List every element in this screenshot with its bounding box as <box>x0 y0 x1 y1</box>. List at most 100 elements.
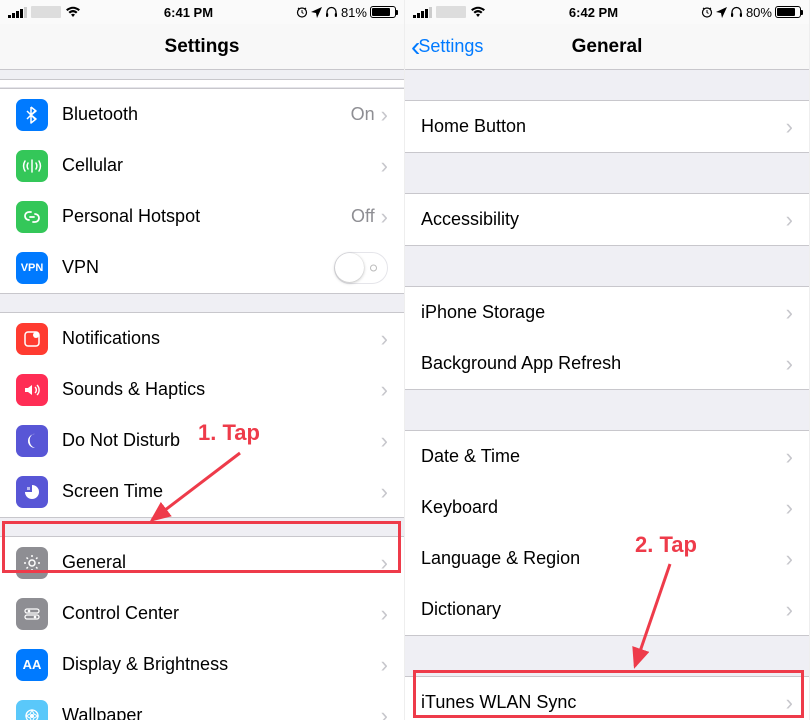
row-sounds[interactable]: Sounds & Haptics › <box>0 364 404 415</box>
nav-bar: Settings <box>0 24 404 70</box>
row-control-center[interactable]: Control Center › <box>0 588 404 639</box>
display-icon: AA <box>16 649 48 681</box>
general-icon <box>16 547 48 579</box>
chevron-right-icon: › <box>786 300 793 326</box>
chevron-right-icon: › <box>381 204 388 230</box>
row-label: Control Center <box>62 603 381 624</box>
wifi-icon <box>65 6 81 18</box>
chevron-right-icon: › <box>786 207 793 233</box>
chevron-right-icon: › <box>786 444 793 470</box>
row-wallpaper[interactable]: Wallpaper › <box>0 690 404 720</box>
row-display[interactable]: AA Display & Brightness › <box>0 639 404 690</box>
row-label: Wallpaper <box>62 705 381 720</box>
chevron-right-icon: › <box>381 102 388 128</box>
row-general[interactable]: General › <box>0 537 404 588</box>
battery-percent: 80% <box>746 5 772 20</box>
headphones-icon <box>730 6 743 18</box>
row-value: On <box>351 104 375 125</box>
row-label: Display & Brightness <box>62 654 381 675</box>
sounds-icon <box>16 374 48 406</box>
row-label: iPhone Storage <box>421 302 786 323</box>
settings-list[interactable]: Bluetooth On › Cellular › Personal Hotsp… <box>0 70 404 720</box>
row-home-button[interactable]: Home Button › <box>405 101 809 152</box>
page-title: General <box>572 36 643 58</box>
battery-icon <box>775 6 801 18</box>
signal-icon <box>8 7 27 18</box>
cellular-icon <box>16 150 48 182</box>
location-icon <box>311 7 322 18</box>
row-bluetooth[interactable]: Bluetooth On › <box>0 89 404 140</box>
row-iphone-storage[interactable]: iPhone Storage › <box>405 287 809 338</box>
general-list[interactable]: Home Button › Accessibility › iPhone Sto… <box>405 70 809 720</box>
signal-icon <box>413 7 432 18</box>
page-title: Settings <box>165 36 240 58</box>
row-label: Notifications <box>62 328 381 349</box>
vpn-icon: VPN <box>16 252 48 284</box>
alarm-icon <box>296 6 308 18</box>
chevron-right-icon: › <box>381 550 388 576</box>
chevron-right-icon: › <box>381 153 388 179</box>
row-label: Date & Time <box>421 446 786 467</box>
battery-percent: 81% <box>341 5 367 20</box>
row-label: Language & Region <box>421 548 786 569</box>
row-accessibility[interactable]: Accessibility › <box>405 194 809 245</box>
row-vpn[interactable]: VPN VPN <box>0 242 404 293</box>
location-icon <box>716 7 727 18</box>
row-label: Background App Refresh <box>421 353 786 374</box>
bluetooth-icon <box>16 99 48 131</box>
notifications-icon <box>16 323 48 355</box>
row-notifications[interactable]: Notifications › <box>0 313 404 364</box>
chevron-right-icon: › <box>381 703 388 720</box>
vpn-toggle[interactable] <box>334 252 388 284</box>
row-label: Do Not Disturb <box>62 430 381 451</box>
row-cellular[interactable]: Cellular › <box>0 140 404 191</box>
row-dnd[interactable]: Do Not Disturb › <box>0 415 404 466</box>
row-date-time[interactable]: Date & Time › <box>405 431 809 482</box>
row-label: Cellular <box>62 155 381 176</box>
chevron-right-icon: › <box>381 428 388 454</box>
back-button[interactable]: ‹ Settings <box>411 24 483 69</box>
row-language-region[interactable]: Language & Region › <box>405 533 809 584</box>
headphones-icon <box>325 6 338 18</box>
row-label: Personal Hotspot <box>62 206 351 227</box>
chevron-right-icon: › <box>786 351 793 377</box>
phone-left: 6:41 PM 81% Settings Bluetooth On › <box>0 0 405 720</box>
hotspot-icon <box>16 201 48 233</box>
row-bg-refresh[interactable]: Background App Refresh › <box>405 338 809 389</box>
chevron-right-icon: › <box>381 326 388 352</box>
chevron-right-icon: › <box>381 652 388 678</box>
chevron-right-icon: › <box>786 114 793 140</box>
row-label: Accessibility <box>421 209 786 230</box>
chevron-right-icon: › <box>786 690 793 716</box>
wallpaper-icon <box>16 700 48 720</box>
row-label: VPN <box>62 257 334 278</box>
chevron-right-icon: › <box>786 495 793 521</box>
row-itunes-sync[interactable]: iTunes WLAN Sync › <box>405 677 809 720</box>
row-label: iTunes WLAN Sync <box>421 692 786 713</box>
phone-right: 6:42 PM 80% ‹ Settings General Home Butt… <box>405 0 810 720</box>
row-screentime[interactable]: Screen Time › <box>0 466 404 517</box>
battery-icon <box>370 6 396 18</box>
back-label: Settings <box>418 36 483 57</box>
nav-bar: ‹ Settings General <box>405 24 809 70</box>
carrier-blur <box>436 6 466 18</box>
chevron-right-icon: › <box>786 597 793 623</box>
status-time: 6:42 PM <box>569 5 618 20</box>
chevron-right-icon: › <box>381 479 388 505</box>
row-label: Screen Time <box>62 481 381 502</box>
row-label: Dictionary <box>421 599 786 620</box>
wifi-icon <box>470 6 486 18</box>
control-center-icon <box>16 598 48 630</box>
row-label: Home Button <box>421 116 786 137</box>
carrier-blur <box>31 6 61 18</box>
status-bar: 6:41 PM 81% <box>0 0 404 24</box>
row-hotspot[interactable]: Personal Hotspot Off › <box>0 191 404 242</box>
row-label: Sounds & Haptics <box>62 379 381 400</box>
row-label: General <box>62 552 381 573</box>
row-dictionary[interactable]: Dictionary › <box>405 584 809 635</box>
status-time: 6:41 PM <box>164 5 213 20</box>
row-keyboard[interactable]: Keyboard › <box>405 482 809 533</box>
alarm-icon <box>701 6 713 18</box>
row-label: Keyboard <box>421 497 786 518</box>
row-value: Off <box>351 206 375 227</box>
